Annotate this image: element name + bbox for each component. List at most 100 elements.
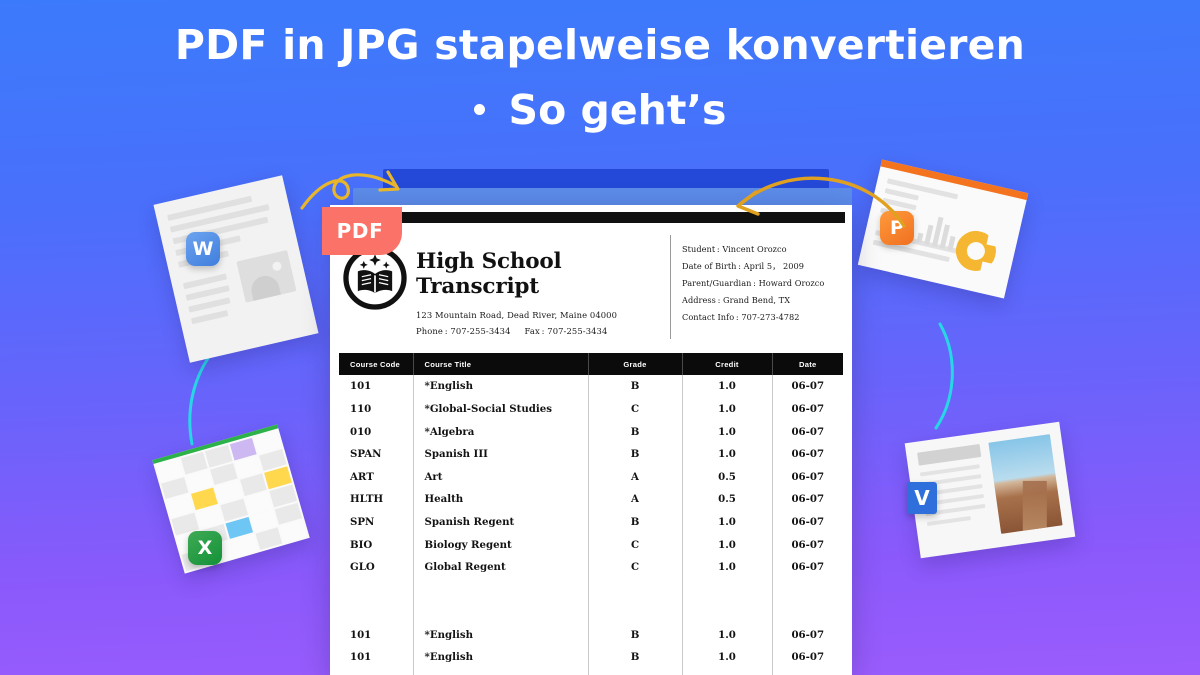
cell-course-title: Art (413, 465, 589, 489)
cell-course-title: Spanish Regent (413, 510, 589, 534)
cell (255, 527, 283, 550)
cell-course-title: Global Regent (413, 555, 589, 579)
cell-course-title: *English (413, 375, 589, 398)
cell-course-code: 010 (339, 420, 414, 443)
cell-date: 06-07 (791, 425, 825, 438)
cell-empty (772, 669, 843, 675)
cell-empty (682, 578, 773, 624)
photo-card-heading-bar (917, 444, 982, 466)
school-address: 123 Mountain Road, Dead River, Maine 040… (416, 310, 618, 320)
table-header-row: Course Code Course Title Grade Credit Da… (339, 353, 843, 376)
cell-grade: C (588, 397, 683, 421)
cell-date: 06-07 (791, 538, 825, 551)
cell-grade: B (588, 623, 683, 647)
cell-course-code: 101 (339, 375, 414, 398)
cell-date: 06-07 (791, 448, 825, 461)
school-contact: Phone : 707-255-3434 Fax : 707-255-3434 (416, 324, 670, 340)
arrow-left-to-document-icon (300, 170, 400, 210)
cell-empty (339, 668, 414, 675)
excel-spreadsheet-card[interactable] (152, 424, 310, 574)
school-info: High School Transcript 123 Mountain Road… (408, 235, 670, 339)
student-info-line: Address : Grand Bend, TX (682, 294, 791, 305)
cell-course-code: SPN (339, 510, 414, 534)
cell-grade: B (588, 375, 683, 398)
cell-grade: A (588, 488, 683, 511)
arrow-right-to-document-icon (736, 176, 906, 228)
cell-grade: C (588, 555, 683, 579)
cell-grade: A (588, 465, 683, 489)
column-header-course-title: Course Title (413, 353, 589, 376)
table-spacer-row (339, 578, 843, 624)
student-info-line: Student : Vincent Orozco (682, 244, 787, 254)
cell-course-code: 101 (339, 623, 414, 647)
cell-course-title: Biology Regent (413, 533, 589, 556)
cell-date: 06-07 (791, 628, 825, 641)
cell-course-code: SPAN (339, 442, 414, 466)
table-row: 101 *English B 1.0 06-07 (339, 375, 843, 398)
promo-banner: PDF in JPG stapelweise konvertieren So g… (0, 0, 1200, 675)
cell-date: 06-07 (791, 561, 825, 574)
viewer-badge-icon: V (907, 482, 937, 514)
student-info-line: Parent/Guardian : Howard Orozco (682, 277, 825, 288)
table-row: SPN Spanish Regent B 1.0 06-07 (339, 510, 843, 534)
cell-course-code: GLO (339, 555, 414, 579)
cell-date: 06-07 (791, 402, 825, 415)
cell-empty (682, 668, 773, 675)
fax-value: 707-255-3434 (547, 325, 608, 336)
column-header-credit: Credit (682, 353, 773, 376)
fax-label: Fax : (524, 325, 545, 336)
cell-date: 06-07 (791, 651, 825, 664)
cell-course-title: *Global-Social Studies (413, 397, 589, 421)
cell-grade: B (588, 442, 683, 466)
student-info-panel: Student : Vincent Orozco Date of Birth :… (670, 235, 842, 340)
word-badge-icon: W (186, 232, 220, 266)
document-title: High School Transcript (416, 249, 562, 299)
word-document-card[interactable] (153, 175, 319, 363)
table-row: SPAN Spanish III B 1.0 06-07 (339, 442, 843, 466)
page-subtitle: So geht’s (0, 85, 1200, 135)
transcript-table: Course Code Course Title Grade Credit Da… (339, 353, 843, 675)
photo-thumbnail (988, 434, 1063, 534)
table-row: BIO Biology Regent C 1.0 06-07 (339, 533, 843, 556)
table-row: 101 *English B 1.0 06-07 (339, 646, 843, 669)
column-header-grade: Grade (588, 353, 683, 376)
cell-credit: 1.0 (682, 397, 773, 421)
cell-course-code: 110 (339, 397, 414, 421)
cell-empty (413, 578, 589, 624)
cell-date: 06-07 (791, 515, 825, 528)
transcript-document[interactable]: High School Transcript 123 Mountain Road… (330, 205, 852, 675)
phone-label: Phone : (416, 325, 448, 336)
cell-grade: B (588, 510, 683, 534)
table-row: 110 *Global-Social Studies C 1.0 06-07 (339, 397, 843, 421)
cyan-arc-left-icon (188, 348, 216, 446)
doc-line (190, 309, 229, 325)
cell-course-code: 101 (339, 646, 414, 669)
page-subtitle-text: So geht’s (508, 85, 727, 134)
table-body: 101 *English B 1.0 06-07 110 *Global-Social St… (339, 375, 843, 675)
cell-grade: B (588, 646, 683, 669)
cell-course-title: *English (413, 646, 589, 669)
cell-course-title: *Algebra (413, 420, 589, 443)
column-header-course-code: Course Code (339, 353, 414, 376)
cell-credit: 1.0 (682, 442, 773, 466)
cell (279, 520, 308, 543)
cell-date: 06-07 (791, 493, 825, 506)
table-row: HLTH Health A 0.5 06-07 (339, 488, 843, 511)
cell-credit: 1.0 (682, 533, 773, 556)
table-row: ART Art A 0.5 06-07 (339, 465, 843, 489)
cell-course-code: BIO (339, 533, 414, 556)
student-info-line: Date of Birth : April 5， 2009 (682, 260, 805, 271)
headline-block: PDF in JPG stapelweise konvertieren So g… (0, 21, 1200, 135)
cell-date: 06-07 (791, 470, 825, 483)
cell-date: 06-07 (791, 380, 825, 393)
cell-course-title: *English (413, 623, 589, 647)
cell-course-code: ART (339, 465, 414, 489)
cell-empty (588, 668, 683, 675)
cell-credit: 1.0 (682, 555, 773, 579)
cell-course-title: Spanish III (413, 442, 589, 466)
cell-empty (339, 578, 414, 624)
student-info-line: Contact Info : 707-273-4782 (682, 311, 800, 322)
table-spacer-row (339, 668, 843, 675)
table-row: 101 *English B 1.0 06-07 (339, 623, 843, 647)
table-row: 010 *Algebra B 1.0 06-07 (339, 420, 843, 443)
